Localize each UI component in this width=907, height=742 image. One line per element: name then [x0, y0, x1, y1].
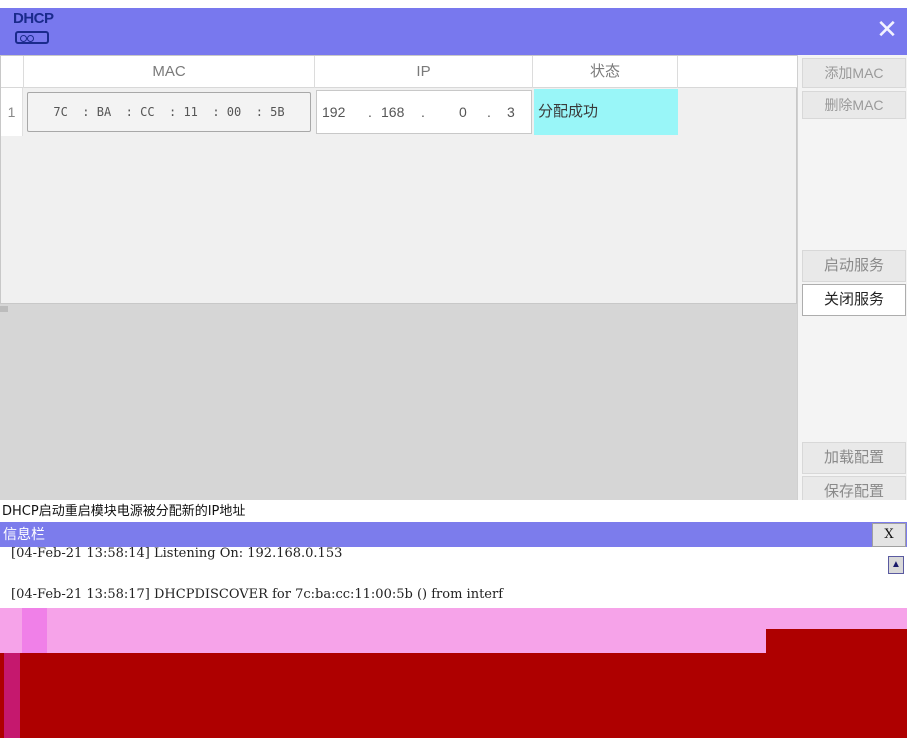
- render-artifact: [4, 653, 20, 738]
- ip-dot: .: [487, 104, 491, 120]
- log-line: [04-Feb-21 13:58:14] Listening On: 192.1…: [11, 546, 343, 561]
- window-bottom-edge: [0, 738, 907, 742]
- render-artifact: [766, 629, 907, 653]
- header-ip: IP: [315, 56, 533, 88]
- logo-device-shape: [15, 31, 49, 44]
- delete-mac-button[interactable]: 删除MAC: [802, 91, 906, 119]
- render-artifact: [22, 608, 47, 653]
- start-service-button[interactable]: 启动服务: [802, 250, 906, 282]
- ip-octet-3: 0: [459, 104, 467, 120]
- ip-dot: .: [421, 104, 425, 120]
- info-bar-title: 信息栏: [3, 526, 45, 542]
- close-icon[interactable]: ✕: [872, 14, 902, 44]
- header-status: 状态: [533, 56, 678, 88]
- content-pane: [0, 304, 797, 500]
- load-config-button[interactable]: 加载配置: [802, 442, 906, 474]
- info-bar-header: [0, 522, 907, 547]
- mac-address-input[interactable]: 7C : BA : CC : 11 : 00 : 5B: [27, 92, 311, 132]
- status-badge: 分配成功: [534, 89, 678, 135]
- ip-octet-1: 192: [322, 104, 346, 120]
- ip-octet-4: 3: [507, 104, 515, 120]
- table-header: MAC IP 状态: [1, 56, 797, 88]
- info-bar-close-button[interactable]: X: [872, 523, 906, 547]
- log-line: [04-Feb-21 13:58:17] DHCPDISCOVER for 7c…: [11, 587, 504, 602]
- header-mac: MAC: [24, 56, 315, 88]
- title-bar-top-edge: [0, 0, 907, 8]
- dhcp-logo-icon: DHCP: [11, 8, 54, 48]
- logo-text: DHCP: [13, 10, 54, 27]
- row-index: 1: [1, 88, 23, 136]
- splitter-handle[interactable]: [0, 306, 8, 312]
- status-message: DHCP启动重启模块电源被分配新的IP地址: [0, 500, 907, 522]
- add-mac-button[interactable]: 添加MAC: [802, 58, 906, 88]
- scroll-up-arrow-icon[interactable]: ▲: [888, 556, 904, 574]
- stop-service-button[interactable]: 关闭服务: [802, 284, 906, 316]
- title-bar: [0, 0, 907, 55]
- ip-dot: .: [368, 104, 372, 120]
- header-index: [1, 56, 24, 88]
- render-artifact: [0, 653, 907, 738]
- ip-octet-2: 168: [381, 104, 405, 120]
- ip-address-input[interactable]: 192 . 168 . 0 . 3: [316, 90, 532, 134]
